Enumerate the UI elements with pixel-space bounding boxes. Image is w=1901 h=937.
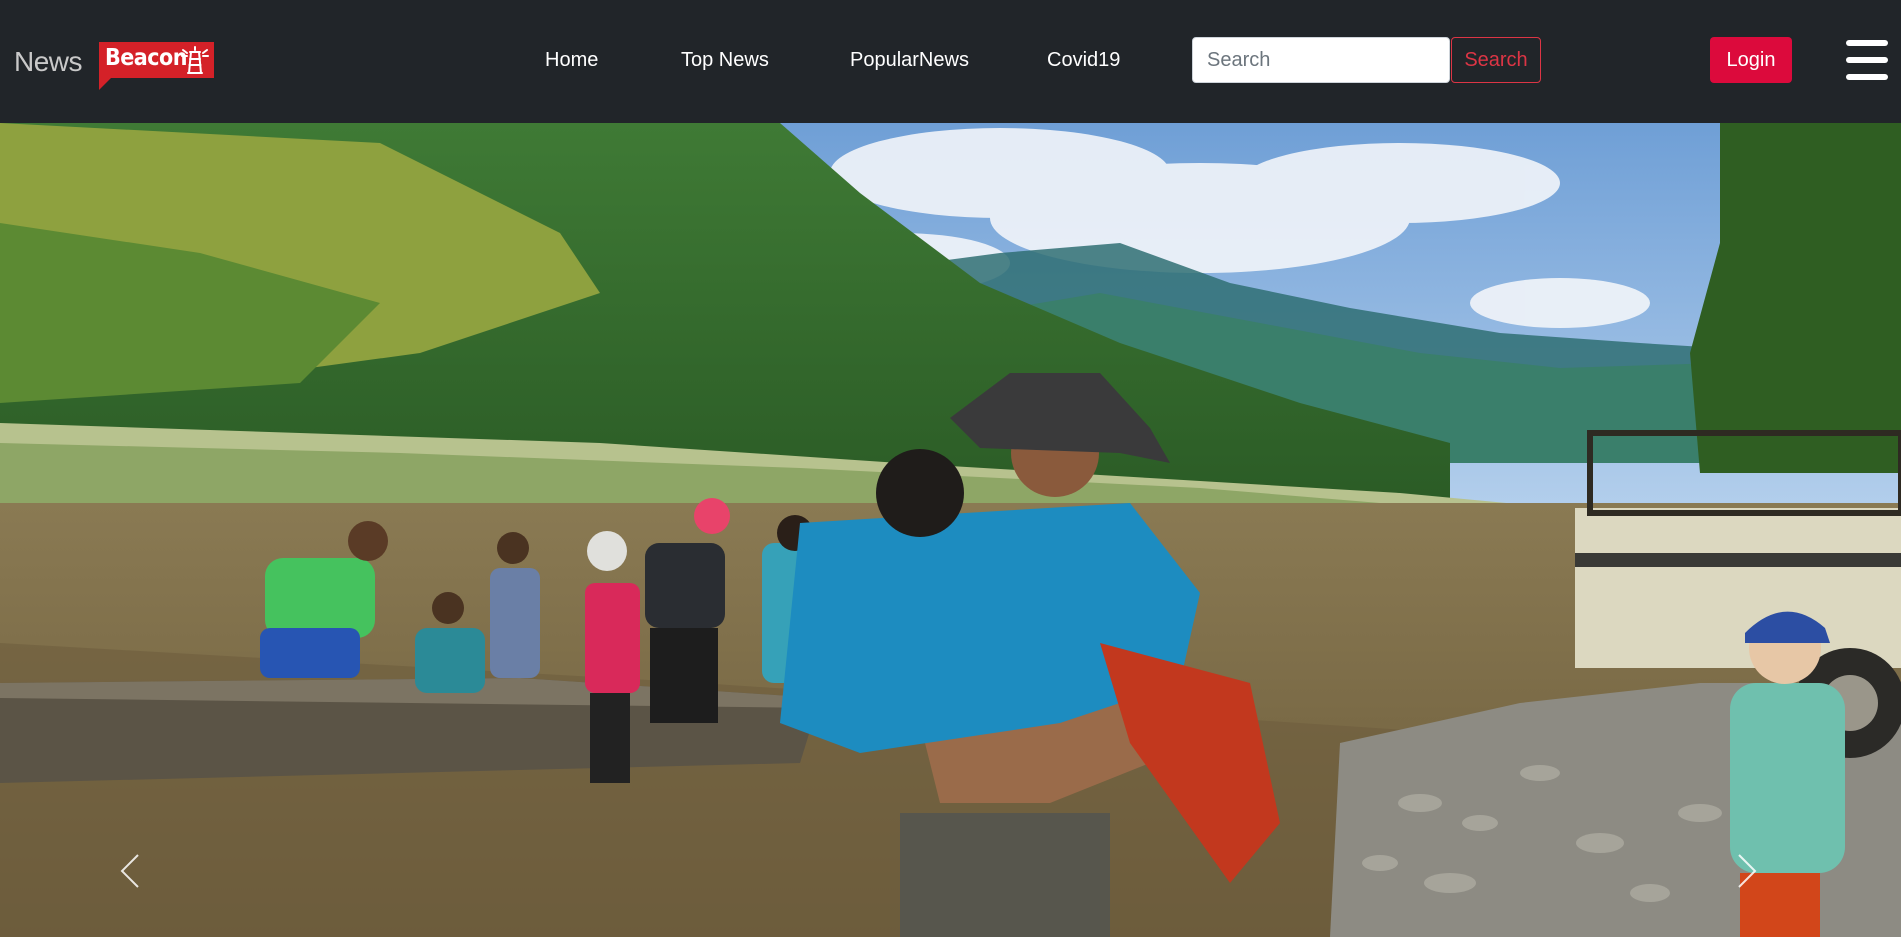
nav-link-top-news[interactable]: Top News [681, 49, 769, 72]
logo-badge-tail [99, 76, 113, 90]
search-button[interactable]: Search [1451, 37, 1541, 83]
nav-link-popular-news[interactable]: PopularNews [850, 49, 969, 72]
login-button[interactable]: Login [1710, 37, 1792, 83]
nav-link-covid19[interactable]: Covid19 [1047, 49, 1120, 72]
logo-beacon-text: Beacon [105, 45, 187, 71]
chevron-right-icon [1738, 854, 1757, 888]
brand-logo[interactable]: News Beacon [14, 42, 214, 90]
lighthouse-icon [181, 46, 209, 74]
hero-image [0, 123, 1901, 937]
search-input[interactable] [1192, 37, 1450, 83]
chevron-left-icon [120, 854, 139, 888]
carousel-next-button[interactable] [1735, 851, 1779, 911]
carousel-prev-button[interactable] [118, 851, 162, 911]
logo-news-text: News [14, 46, 83, 77]
hamburger-menu-icon[interactable] [1846, 38, 1888, 82]
nav-link-home[interactable]: Home [545, 49, 598, 72]
navbar: News Beacon Home Top News PopularNews Co… [0, 0, 1901, 123]
hero-carousel [0, 123, 1901, 937]
